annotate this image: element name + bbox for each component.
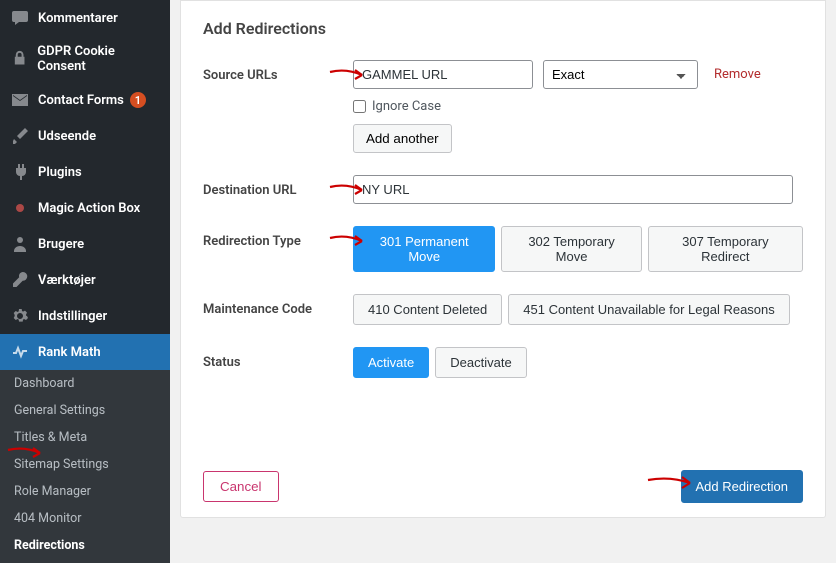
sidebar-item-gdpr[interactable]: GDPR Cookie Consent: [0, 36, 170, 82]
ignore-case-row: Ignore Case: [353, 99, 803, 114]
sidebar-item-label: Værktøjer: [38, 273, 96, 288]
comment-icon: [10, 8, 30, 28]
lock-icon: [10, 49, 29, 68]
sidebar-item-brugere[interactable]: Brugere: [0, 226, 170, 262]
ignore-case-label: Ignore Case: [372, 99, 441, 114]
row-source: Source URLs Exact Remove Ignore Case Add…: [203, 60, 803, 153]
sidebar-item-label: Magic Action Box: [38, 201, 140, 216]
sub-sitemap[interactable]: Sitemap Settings: [0, 451, 170, 478]
panel-footer: Cancel Add Redirection: [180, 456, 826, 518]
sub-dashboard[interactable]: Dashboard: [0, 370, 170, 397]
sidebar-item-label: Kommentarer: [38, 11, 118, 26]
sidebar-item-rankmath[interactable]: Rank Math: [0, 334, 170, 370]
row-maintenance: Maintenance Code 410 Content Deleted 451…: [203, 294, 803, 325]
source-url-input[interactable]: [353, 60, 533, 89]
status-deactivate-button[interactable]: Deactivate: [435, 347, 526, 378]
status-activate-button[interactable]: Activate: [353, 347, 429, 378]
sidebar-item-label: Rank Math: [38, 345, 101, 360]
add-redirection-button[interactable]: Add Redirection: [681, 470, 804, 503]
maint-451-button[interactable]: 451 Content Unavailable for Legal Reason…: [508, 294, 790, 325]
redirection-panel: Add Redirections Source URLs Exact Remov…: [180, 0, 826, 460]
sub-redirections[interactable]: Redirections: [0, 532, 170, 559]
plugin-icon: [10, 162, 30, 182]
sidebar-item-label: Contact Forms: [38, 93, 124, 108]
ignore-case-checkbox[interactable]: [353, 100, 366, 113]
sidebar-submenu: Dashboard General Settings Titles & Meta…: [0, 370, 170, 563]
badge: 1: [130, 92, 146, 108]
sub-404[interactable]: 404 Monitor: [0, 505, 170, 532]
row-type: Redirection Type 301 Permanent Move 302 …: [203, 226, 803, 272]
label-source: Source URLs: [203, 60, 353, 83]
pulse-icon: [10, 342, 30, 362]
type-307-button[interactable]: 307 Temporary Redirect: [648, 226, 803, 272]
destination-url-input[interactable]: [353, 175, 793, 204]
remove-link[interactable]: Remove: [714, 67, 761, 82]
label-status: Status: [203, 347, 353, 370]
sidebar-item-label: Udseende: [38, 129, 96, 144]
row-destination: Destination URL: [203, 175, 803, 204]
sidebar-item-label: Indstillinger: [38, 309, 107, 324]
maint-410-button[interactable]: 410 Content Deleted: [353, 294, 502, 325]
label-destination: Destination URL: [203, 175, 353, 198]
brush-icon: [10, 126, 30, 146]
sidebar-item-udseende[interactable]: Udseende: [0, 118, 170, 154]
sub-searchconsole[interactable]: Search Console: [0, 559, 170, 563]
sub-role[interactable]: Role Manager: [0, 478, 170, 505]
sidebar-item-label: Plugins: [38, 165, 82, 180]
sidebar-item-plugins[interactable]: Plugins: [0, 154, 170, 190]
user-icon: [10, 234, 30, 254]
cancel-button[interactable]: Cancel: [203, 471, 279, 502]
sub-titles[interactable]: Titles & Meta: [0, 424, 170, 451]
gear-icon: [10, 306, 30, 326]
tool-icon: [10, 270, 30, 290]
sidebar-item-tools[interactable]: Værktøjer: [0, 262, 170, 298]
match-select[interactable]: Exact: [543, 60, 698, 89]
label-maintenance: Maintenance Code: [203, 294, 353, 317]
type-302-button[interactable]: 302 Temporary Move: [501, 226, 641, 272]
sidebar-item-kommentarer[interactable]: Kommentarer: [0, 0, 170, 36]
sidebar-item-label: GDPR Cookie Consent: [37, 44, 162, 74]
type-301-button[interactable]: 301 Permanent Move: [353, 226, 495, 272]
sidebar-item-contact[interactable]: Contact Forms 1: [0, 82, 170, 118]
add-another-button[interactable]: Add another: [353, 124, 452, 153]
sidebar-item-magic[interactable]: Magic Action Box: [0, 190, 170, 226]
sub-general[interactable]: General Settings: [0, 397, 170, 424]
mail-icon: [10, 90, 30, 110]
box-icon: [10, 198, 30, 218]
label-type: Redirection Type: [203, 226, 353, 249]
sidebar-item-indstillinger[interactable]: Indstillinger: [0, 298, 170, 334]
row-status: Status Activate Deactivate: [203, 347, 803, 378]
sidebar-item-label: Brugere: [38, 237, 84, 252]
panel-title: Add Redirections: [203, 19, 803, 38]
admin-sidebar: Kommentarer GDPR Cookie Consent Contact …: [0, 0, 170, 563]
